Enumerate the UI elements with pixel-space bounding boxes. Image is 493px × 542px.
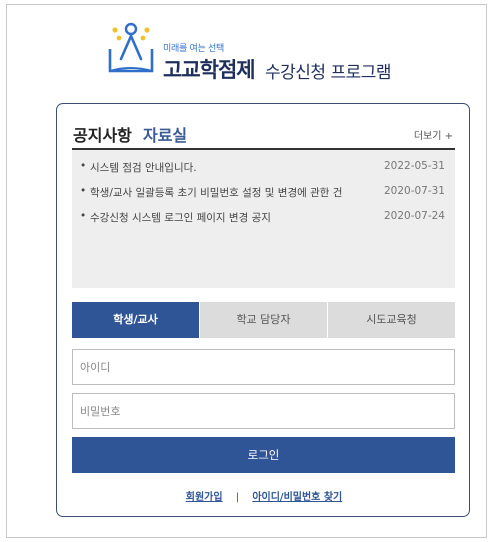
- more-link[interactable]: 더보기 +: [414, 127, 453, 142]
- password-input[interactable]: [72, 393, 455, 429]
- logo-title: 고교학점제: [163, 58, 256, 82]
- tab-student-teacher[interactable]: 학생/교사: [72, 302, 200, 338]
- logo-subtitle: 수강신청 프로그램: [265, 63, 392, 83]
- notice-date: 2022-05-31: [383, 160, 445, 172]
- role-tabs: 학생/교사 학교 담당자 시도교육청: [72, 302, 455, 338]
- page-frame: 미래를 여는 선택 고교학점제 수강신청 프로그램 공지사항 자료실 더보기 +…: [6, 4, 487, 538]
- notice-title[interactable]: 학생/교사 일괄등록 초기 비밀번호 설정 및 변경에 관한 건: [90, 185, 380, 200]
- login-button[interactable]: 로그인: [72, 437, 455, 473]
- tab-school-admin[interactable]: 학교 담당자: [200, 302, 328, 338]
- login-card: 공지사항 자료실 더보기 + • 시스템 점검 안내입니다. 2022-05-3…: [56, 103, 470, 517]
- notice-item[interactable]: • 시스템 점검 안내입니다. 2022-05-31: [72, 160, 455, 178]
- notice-tabs: 공지사항 자료실 더보기 +: [73, 122, 453, 148]
- notice-list: • 시스템 점검 안내입니다. 2022-05-31 • 학생/교사 일괄등록 …: [72, 148, 455, 288]
- tab-notices[interactable]: 공지사항: [73, 122, 132, 146]
- account-links: 회원가입 | 아이디/비밀번호 찾기: [57, 488, 471, 503]
- notice-title[interactable]: 시스템 점검 안내입니다.: [90, 160, 380, 175]
- find-account-link[interactable]: 아이디/비밀번호 찾기: [252, 492, 342, 503]
- site-logo[interactable]: 미래를 여는 선택 고교학점제 수강신청 프로그램: [107, 21, 427, 87]
- signup-link[interactable]: 회원가입: [186, 492, 223, 503]
- notice-item[interactable]: • 학생/교사 일괄등록 초기 비밀번호 설정 및 변경에 관한 건 2020-…: [72, 185, 455, 203]
- bullet-icon: •: [80, 210, 87, 222]
- bullet-icon: •: [80, 185, 87, 197]
- person-book-logo-icon: [108, 22, 154, 73]
- id-input[interactable]: [72, 349, 455, 385]
- notice-date: 2020-07-31: [383, 185, 445, 197]
- notice-date: 2020-07-24: [383, 210, 445, 222]
- notice-title[interactable]: 수강신청 시스템 로그인 페이지 변경 공지: [90, 210, 380, 225]
- tab-education-office[interactable]: 시도교육청: [328, 302, 455, 338]
- tab-resources[interactable]: 자료실: [143, 122, 187, 146]
- notice-item[interactable]: • 수강신청 시스템 로그인 페이지 변경 공지 2020-07-24: [72, 210, 455, 228]
- bullet-icon: •: [80, 160, 87, 172]
- logo-tagline: 미래를 여는 선택: [163, 44, 224, 54]
- link-separator: |: [235, 492, 240, 503]
